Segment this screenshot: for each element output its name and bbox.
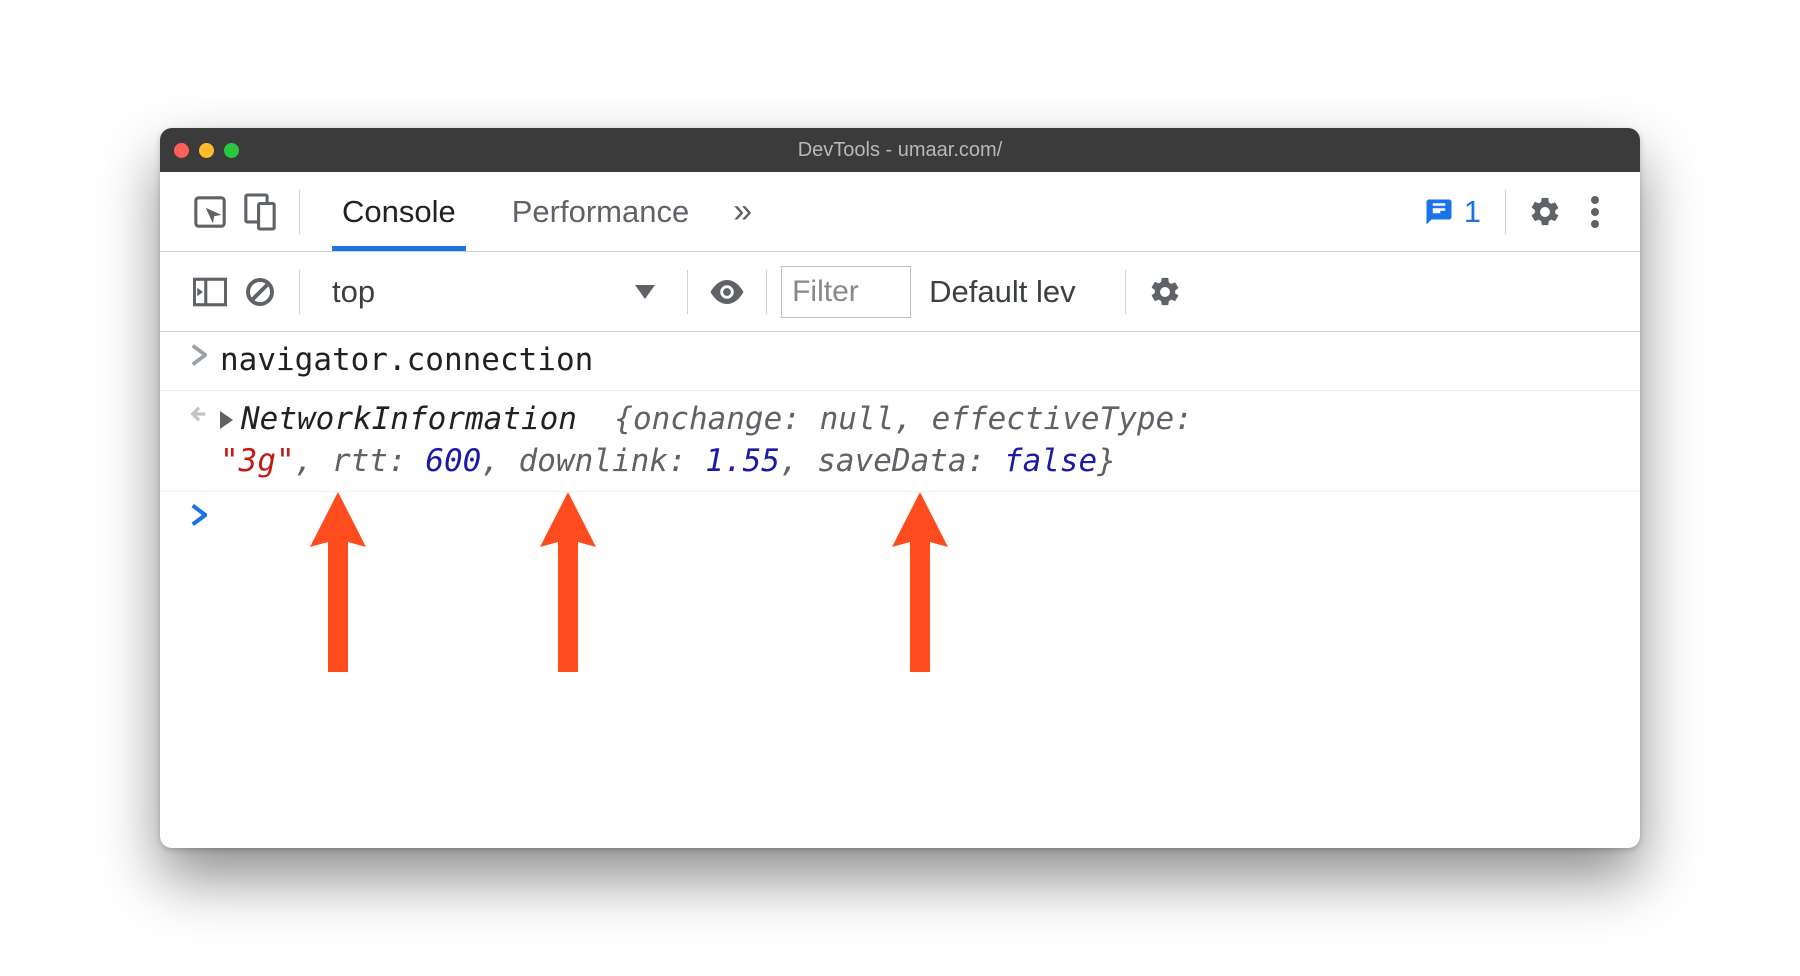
separator: [766, 270, 767, 314]
console-result-row[interactable]: NetworkInformation {onchange: null, effe…: [160, 390, 1640, 492]
tab-label: Performance: [512, 194, 689, 230]
key-downlink: downlink: [519, 443, 668, 479]
key-rtt: rtt: [332, 443, 388, 479]
console-result-text: NetworkInformation {onchange: null, effe…: [220, 399, 1640, 483]
eye-icon: [709, 279, 745, 305]
val-savedata: false: [1004, 443, 1097, 479]
key-onchange: onchange: [633, 401, 782, 437]
window-title: DevTools - umaar.com/: [160, 139, 1640, 162]
minimize-window-button[interactable]: [199, 143, 214, 158]
traffic-lights: [174, 143, 239, 158]
log-levels-selector[interactable]: Default lev: [911, 274, 1111, 310]
close-window-button[interactable]: [174, 143, 189, 158]
tab-label: Console: [342, 194, 456, 230]
main-tabs: Console Performance » 1: [160, 172, 1640, 252]
console-toolbar: top Filter Default lev: [160, 252, 1640, 332]
titlebar: DevTools - umaar.com/: [160, 128, 1640, 172]
result-classname: NetworkInformation: [241, 401, 577, 437]
settings-button[interactable]: [1520, 187, 1570, 237]
context-label: top: [332, 274, 375, 310]
toggle-sidebar-button[interactable]: [185, 267, 235, 317]
context-selector[interactable]: top: [314, 265, 673, 319]
val-onchange: null: [820, 401, 895, 437]
filter-placeholder: Filter: [792, 275, 859, 309]
chevron-down-icon: [635, 285, 655, 299]
output-chevron-icon: [178, 399, 220, 483]
levels-label: Default lev: [929, 274, 1075, 309]
filter-input[interactable]: Filter: [781, 266, 911, 318]
input-chevron-icon: [178, 340, 220, 382]
val-rtt: 600: [425, 443, 481, 479]
live-expression-button[interactable]: [702, 267, 752, 317]
separator: [1125, 270, 1126, 314]
separator: [1505, 190, 1506, 234]
separator: [299, 190, 300, 234]
console-settings-button[interactable]: [1140, 267, 1190, 317]
kebab-icon: [1591, 196, 1599, 228]
val-effectivetype: "3g": [220, 443, 295, 479]
tab-console[interactable]: Console: [314, 172, 484, 251]
tab-more[interactable]: »: [717, 172, 768, 251]
console-prompt-row[interactable]: [160, 492, 1640, 534]
console-output: navigator.connection NetworkInformation …: [160, 332, 1640, 848]
ban-icon: [244, 276, 276, 308]
console-prompt-input[interactable]: [220, 500, 1640, 526]
inspect-element-icon[interactable]: [185, 187, 235, 237]
separator: [687, 270, 688, 314]
separator: [299, 270, 300, 314]
messages-chip[interactable]: 1: [1414, 194, 1491, 230]
console-input-row[interactable]: navigator.connection: [160, 332, 1640, 390]
clear-console-button[interactable]: [235, 267, 285, 317]
prompt-chevron-icon: [178, 500, 220, 526]
expand-triangle-icon[interactable]: [220, 411, 233, 429]
key-effectivetype: effectiveType: [932, 401, 1175, 437]
gear-icon: [1528, 195, 1562, 229]
messages-count: 1: [1464, 194, 1481, 230]
device-toolbar-icon[interactable]: [235, 187, 285, 237]
maximize-window-button[interactable]: [224, 143, 239, 158]
key-savedata: saveData: [817, 443, 966, 479]
val-downlink: 1.55: [705, 443, 780, 479]
more-tabs-icon: »: [733, 192, 752, 231]
sidebar-icon: [193, 277, 227, 307]
gear-icon: [1148, 275, 1182, 309]
console-input-text: navigator.connection: [220, 340, 1640, 382]
more-menu-button[interactable]: [1570, 187, 1620, 237]
tab-performance[interactable]: Performance: [484, 172, 717, 251]
message-icon: [1424, 197, 1454, 227]
devtools-window: DevTools - umaar.com/ Console Performanc…: [160, 128, 1640, 848]
